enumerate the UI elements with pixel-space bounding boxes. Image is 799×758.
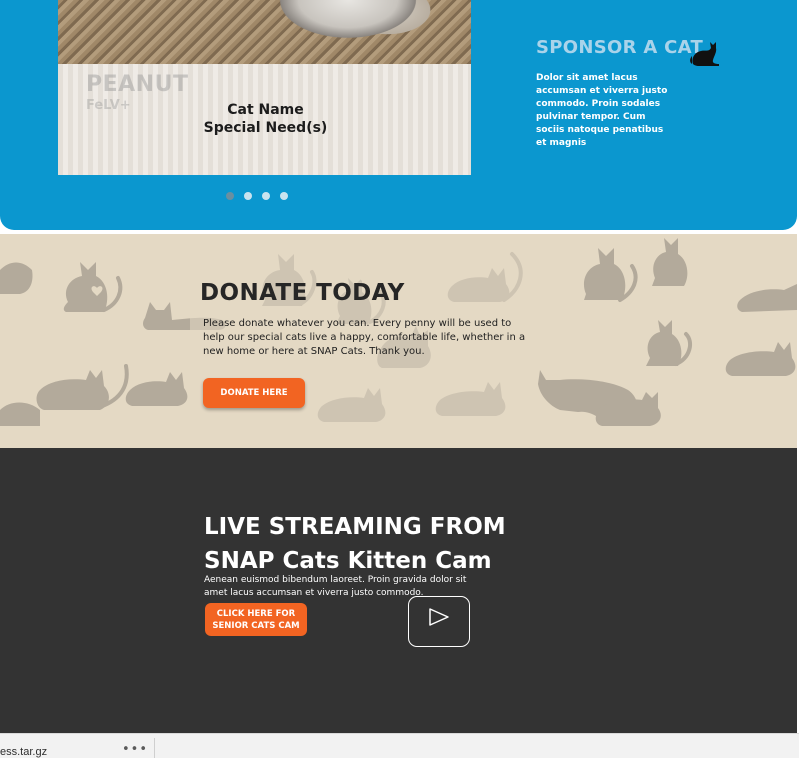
- cat-caption-needs: Special Need(s): [203, 120, 328, 136]
- live-stream-title-line2: SNAP Cats Kitten Cam: [204, 548, 492, 574]
- carousel-dot-2[interactable]: [244, 192, 252, 200]
- senior-cam-label-line1: CLICK HERE FOR: [216, 608, 296, 619]
- donate-button[interactable]: DONATE HERE: [203, 378, 305, 408]
- live-stream-section: LIVE STREAMING FROM SNAP Cats Kitten Cam…: [0, 448, 797, 733]
- senior-cats-cam-button[interactable]: CLICK HERE FOR SENIOR CATS CAM: [205, 603, 307, 636]
- carousel-dot-4[interactable]: [280, 192, 288, 200]
- carousel-dot-1[interactable]: [226, 192, 234, 200]
- sponsor-section: PEANUT FeLV+ Cat Name Special Need(s) SP…: [0, 0, 797, 230]
- donate-section: DONATE TODAY Please donate whatever you …: [0, 230, 797, 448]
- cat-photo-fur: [258, 0, 438, 64]
- sponsor-title[interactable]: SPONSOR A CAT: [536, 37, 703, 58]
- browser-download-bar: ess.tar.gz •••: [0, 733, 799, 758]
- cat-card-caption: Cat Name Special Need(s): [178, 101, 353, 137]
- sponsor-description: Dolor sit amet lacus accumsan et viverra…: [536, 73, 668, 148]
- live-stream-title-line1: LIVE STREAMING FROM: [204, 514, 506, 540]
- cat-card-condition: FeLV+: [86, 98, 131, 113]
- video-play-button[interactable]: [408, 596, 470, 647]
- cat-caption-name: Cat Name: [227, 102, 304, 118]
- live-stream-title: LIVE STREAMING FROM SNAP Cats Kitten Cam: [204, 510, 514, 578]
- carousel-dots: [226, 192, 288, 200]
- download-bar-divider: [154, 738, 155, 758]
- featured-cat-card[interactable]: PEANUT FeLV+ Cat Name Special Need(s): [58, 0, 471, 175]
- donate-description: Please donate whatever you can. Every pe…: [203, 318, 526, 357]
- cat-silhouette-icon: [690, 42, 719, 66]
- more-options-icon[interactable]: •••: [122, 742, 148, 757]
- senior-cam-label-line2: SENIOR CATS CAM: [212, 620, 300, 631]
- donate-title: DONATE TODAY: [200, 280, 405, 306]
- carousel-dot-3[interactable]: [262, 192, 270, 200]
- download-file-name[interactable]: ess.tar.gz: [0, 746, 47, 758]
- play-icon: [429, 608, 449, 626]
- cat-card-name: PEANUT: [86, 72, 189, 97]
